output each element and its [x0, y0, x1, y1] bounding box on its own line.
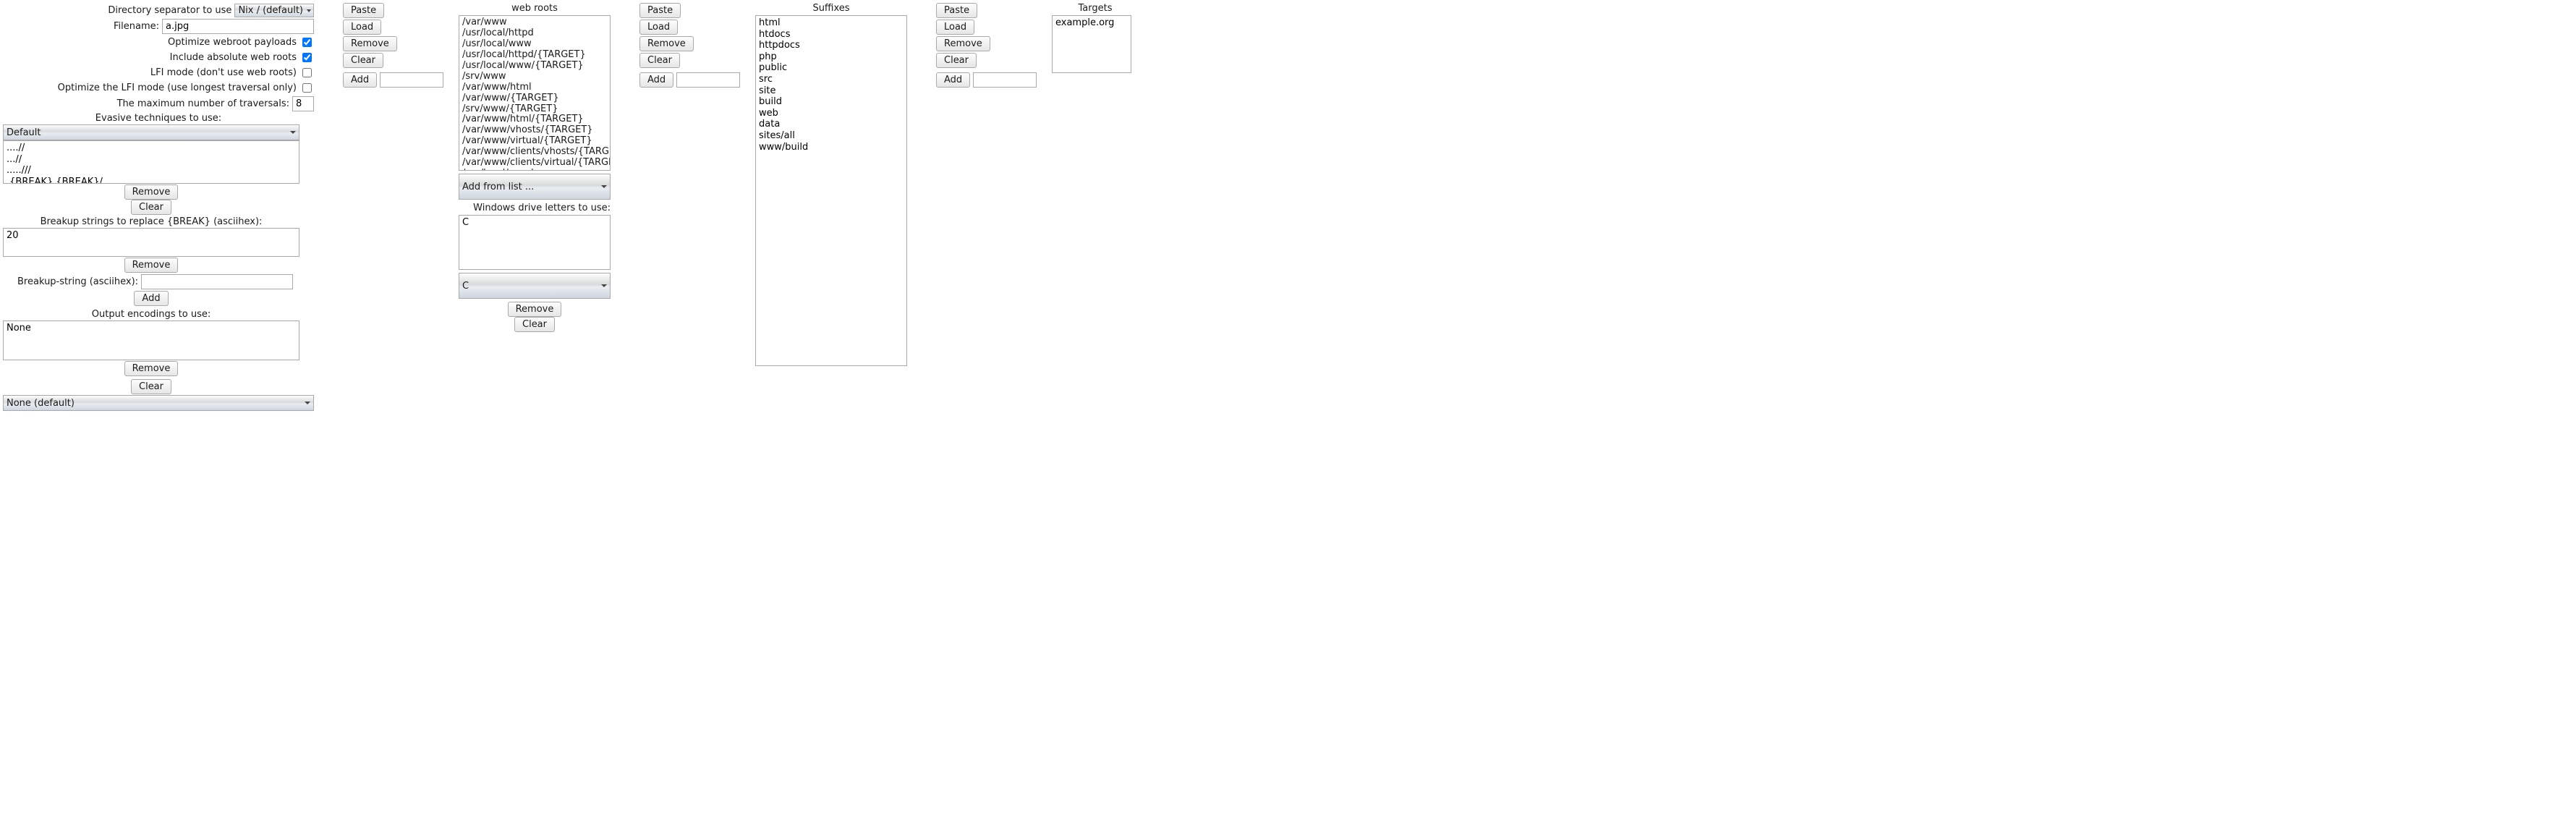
evasive-combo[interactable]: Default — [3, 124, 299, 140]
targets-paste-button[interactable]: Paste — [936, 3, 977, 18]
chevron-down-icon — [307, 9, 311, 12]
optimize-webroot-label: Optimize webroot payloads — [168, 37, 297, 48]
dirsep-label: Directory separator to use — [108, 5, 231, 16]
output-encodings-combo-value: None (default) — [7, 398, 75, 409]
suffixes-load-button[interactable]: Load — [639, 20, 678, 35]
dirsep-combo[interactable]: Nix / (default) — [234, 4, 314, 17]
targets-remove-button[interactable]: Remove — [936, 36, 990, 51]
optimize-webroot-checkbox[interactable] — [302, 38, 312, 47]
webroots-addfromlist-combo[interactable]: Add from list ... — [459, 174, 611, 200]
chevron-down-icon — [601, 284, 607, 287]
lfi-mode-label: LFI mode (don't use web roots) — [150, 67, 297, 78]
suffixes-clear-button[interactable]: Clear — [639, 53, 680, 68]
windows-drive-combo[interactable]: C — [459, 273, 611, 299]
webroots-remove-button[interactable]: Remove — [343, 36, 397, 51]
output-encodings-combo[interactable]: None (default) — [3, 395, 314, 411]
evasive-label: Evasive techniques to use: — [95, 113, 221, 124]
evasive-clear-button[interactable]: Clear — [131, 200, 171, 215]
chevron-down-icon — [601, 185, 607, 188]
output-encodings-remove-button[interactable]: Remove — [124, 361, 179, 376]
chevron-down-icon — [305, 402, 310, 404]
include-absolute-label: Include absolute web roots — [170, 52, 297, 63]
targets-add-button[interactable]: Add — [936, 72, 970, 88]
webroots-list[interactable]: /var/www /usr/local/httpd /usr/local/www… — [459, 15, 611, 171]
windows-drive-combo-value: C — [462, 281, 469, 292]
webroots-clear-button[interactable]: Clear — [343, 53, 383, 68]
evasive-list[interactable]: ....// ...// ...../// .{BREAK}.{BREAK}/ — [3, 140, 299, 184]
breakup-string-label: Breakup-string (asciihex): — [17, 276, 138, 287]
output-encodings-label: Output encodings to use: — [92, 309, 211, 320]
windows-drive-list[interactable]: C — [459, 215, 611, 270]
targets-clear-button[interactable]: Clear — [936, 53, 977, 68]
include-absolute-checkbox[interactable] — [302, 53, 312, 62]
optimize-lfi-checkbox[interactable] — [302, 83, 312, 93]
breakup-strings-label: Breakup strings to replace {BREAK} (asci… — [41, 216, 263, 227]
windows-drive-clear-button[interactable]: Clear — [514, 317, 555, 332]
targets-load-button[interactable]: Load — [936, 20, 974, 35]
evasive-remove-button[interactable]: Remove — [124, 184, 179, 200]
chevron-down-icon — [290, 131, 296, 134]
output-encodings-clear-button[interactable]: Clear — [131, 379, 171, 394]
suffixes-list[interactable]: html htdocs httpdocs php public src site… — [755, 15, 907, 366]
filename-label: Filename: — [114, 21, 159, 32]
suffixes-paste-button[interactable]: Paste — [639, 3, 681, 18]
windows-drive-remove-button[interactable]: Remove — [508, 302, 562, 317]
suffixes-add-button[interactable]: Add — [639, 72, 673, 88]
webroots-add-button[interactable]: Add — [343, 72, 377, 88]
breakup-add-button[interactable]: Add — [134, 291, 168, 306]
targets-heading: Targets — [1052, 3, 1139, 14]
webroots-addfromlist-value: Add from list ... — [462, 182, 534, 192]
webroots-add-input[interactable] — [380, 72, 443, 88]
targets-add-input[interactable] — [973, 72, 1037, 88]
optimize-lfi-label: Optimize the LFI mode (use longest trave… — [58, 82, 297, 93]
evasive-combo-value: Default — [7, 127, 41, 138]
windows-drive-label: Windows drive letters to use: — [459, 203, 611, 213]
targets-list[interactable]: example.org — [1052, 15, 1131, 73]
suffixes-add-input[interactable] — [676, 72, 740, 88]
suffixes-heading: Suffixes — [755, 3, 907, 14]
output-encodings-list[interactable]: None — [3, 321, 299, 360]
suffixes-remove-button[interactable]: Remove — [639, 36, 694, 51]
breakup-string-input[interactable] — [141, 274, 293, 289]
filename-input[interactable] — [162, 19, 314, 34]
webroots-heading: web roots — [459, 3, 611, 14]
max-traversals-label: The maximum number of traversals: — [117, 98, 289, 109]
lfi-mode-checkbox[interactable] — [302, 68, 312, 77]
max-traversals-input[interactable] — [292, 96, 314, 111]
dirsep-value: Nix / (default) — [238, 5, 303, 16]
webroots-paste-button[interactable]: Paste — [343, 3, 384, 18]
breakup-list[interactable]: 20 — [3, 228, 299, 257]
webroots-load-button[interactable]: Load — [343, 20, 381, 35]
breakup-remove-button[interactable]: Remove — [124, 258, 179, 273]
